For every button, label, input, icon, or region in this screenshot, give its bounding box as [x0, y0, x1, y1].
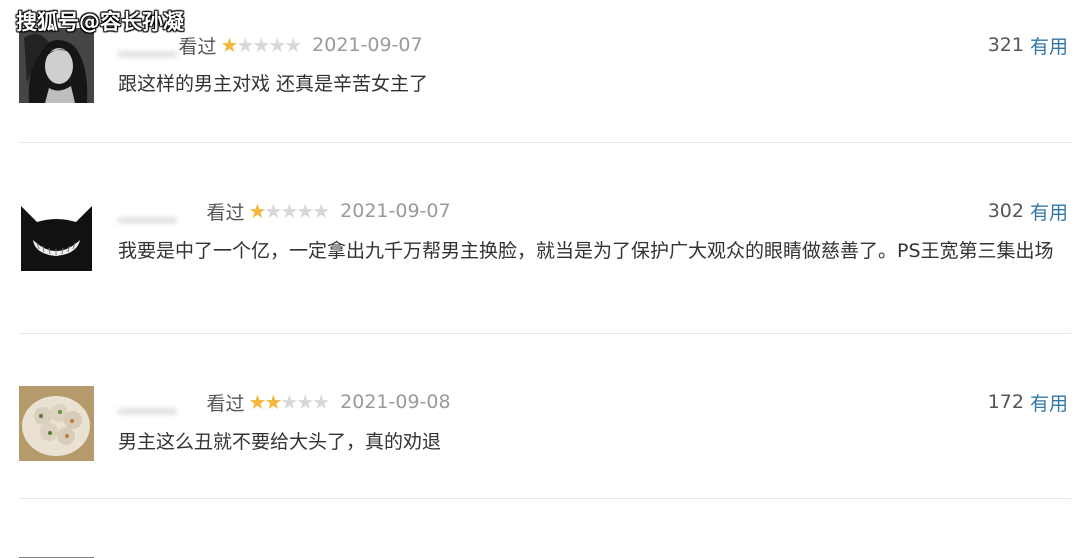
star-empty-icon: ★	[268, 33, 286, 57]
rating-stars: ★ ★ ★ ★ ★	[248, 199, 330, 223]
review-date: 2021-09-07	[312, 34, 423, 56]
user-avatar[interactable]	[19, 386, 94, 461]
review-list-page: 搜狐号@容长孙凝 ▁▁▁▁ 看过 ★ ★ ★ ★ ★ 2021-09-07 321 有	[0, 0, 1080, 558]
watched-label: 看过	[206, 392, 245, 415]
star-filled-icon: ★	[248, 199, 266, 223]
divider	[19, 498, 1071, 499]
username-link[interactable]: ▁▁▁▁	[118, 34, 176, 56]
star-empty-icon: ★	[236, 33, 254, 57]
avatar-cat-grin-image	[19, 196, 94, 271]
vote-count: 321	[987, 34, 1024, 56]
rating-stars: ★ ★ ★ ★ ★	[248, 390, 330, 414]
star-empty-icon: ★	[252, 33, 270, 57]
review-content: 我要是中了一个亿，一定拿出九千万帮男主换脸，就当是为了保护广大观众的眼睛做慈善了…	[118, 240, 1054, 262]
review-meta: ▁▁▁▁ 看过 ★ ★ ★ ★ ★ 2021-09-08	[118, 387, 451, 417]
rating-stars: ★ ★ ★ ★ ★	[220, 33, 302, 57]
user-avatar[interactable]	[19, 196, 94, 271]
divider	[19, 333, 1071, 334]
username-link[interactable]: ▁▁▁▁	[118, 200, 176, 222]
star-filled-icon: ★	[248, 390, 266, 414]
review-item-partial	[0, 540, 1080, 558]
star-filled-icon: ★	[264, 390, 282, 414]
vote-area: 302 有用	[988, 196, 1068, 226]
review-item: ▁▁▁▁ 看过 ★ ★ ★ ★ ★ 2021-09-07 302 有用 我要是中了一个亿…	[0, 170, 1080, 335]
vote-area: 172 有用	[988, 387, 1068, 417]
star-empty-icon: ★	[312, 199, 330, 223]
star-empty-icon: ★	[296, 199, 314, 223]
vote-area: 321 有用	[988, 30, 1068, 60]
avatar-dumplings-image	[19, 386, 94, 461]
vote-count: 302	[987, 200, 1024, 222]
star-filled-icon: ★	[220, 33, 238, 57]
star-empty-icon: ★	[280, 199, 298, 223]
star-empty-icon: ★	[312, 390, 330, 414]
review-item: ▁▁▁▁ 看过 ★ ★ ★ ★ ★ 2021-09-08 172 有用 男主这么丑就不要…	[0, 362, 1080, 502]
user-avatar[interactable]	[19, 28, 94, 103]
review-content: 跟这样的男主对戏 还真是辛苦女主了	[118, 73, 429, 95]
review-content: 男主这么丑就不要给大头了，真的劝退	[118, 431, 442, 453]
review-date: 2021-09-07	[340, 200, 451, 222]
star-empty-icon: ★	[280, 390, 298, 414]
watched-label: 看过	[178, 35, 217, 58]
watched-label: 看过	[206, 201, 245, 224]
divider	[19, 142, 1071, 143]
username-link[interactable]: ▁▁▁▁	[118, 391, 176, 413]
vote-count: 172	[987, 391, 1024, 413]
useful-button[interactable]: 有用	[1030, 389, 1068, 416]
useful-button[interactable]: 有用	[1030, 32, 1068, 59]
star-empty-icon: ★	[264, 199, 282, 223]
review-meta: ▁▁▁▁ 看过 ★ ★ ★ ★ ★ 2021-09-07	[118, 196, 451, 226]
review-date: 2021-09-08	[340, 391, 451, 413]
user-avatar[interactable]	[19, 550, 94, 558]
watermark: 搜狐号@容长孙凝	[16, 10, 184, 34]
star-empty-icon: ★	[296, 390, 314, 414]
avatar-portrait-image	[19, 28, 94, 103]
star-empty-icon: ★	[284, 33, 302, 57]
useful-button[interactable]: 有用	[1030, 198, 1068, 225]
